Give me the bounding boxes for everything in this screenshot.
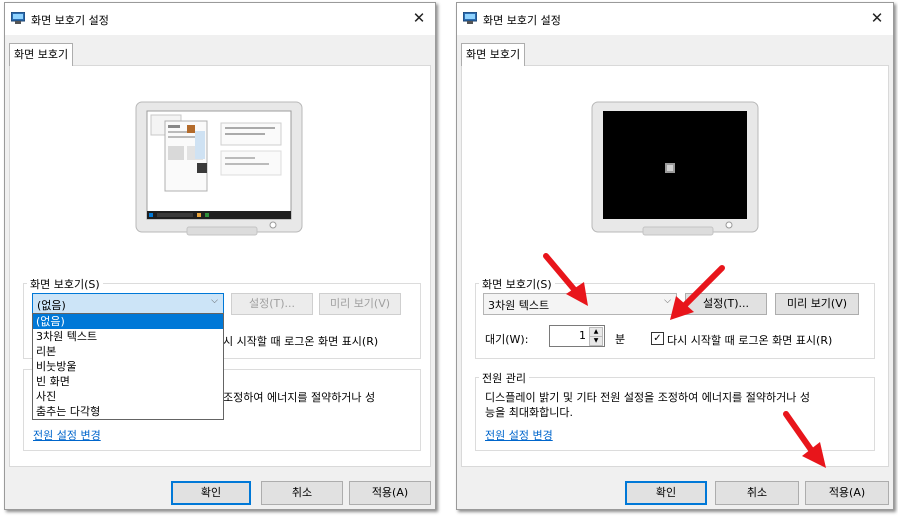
power-settings-link[interactable]: 전원 설정 변경 bbox=[485, 427, 553, 443]
dropdown-option[interactable]: 3차원 텍스트 bbox=[33, 329, 223, 344]
title-bar: 화면 보호기 설정 ✕ bbox=[5, 3, 435, 35]
cancel-button[interactable]: 취소 bbox=[261, 481, 343, 505]
settings-button[interactable]: 설정(T)... bbox=[231, 293, 313, 315]
preview-button[interactable]: 미리 보기(V) bbox=[319, 293, 401, 315]
close-icon[interactable]: ✕ bbox=[407, 7, 431, 29]
wait-unit: 분 bbox=[615, 333, 626, 346]
dropdown-option[interactable]: 사진 bbox=[33, 389, 223, 404]
power-group-label: 전원 관리 bbox=[479, 370, 529, 386]
dropdown-option[interactable]: (없음) bbox=[33, 314, 223, 329]
screensaver-dropdown-list: (없음) 3차원 텍스트 리본 비눗방울 빈 화면 사진 춤추는 다각형 bbox=[32, 313, 224, 420]
dropdown-option[interactable]: 빈 화면 bbox=[33, 374, 223, 389]
chevron-down-icon: ⌵ bbox=[211, 296, 218, 306]
preview-button[interactable]: 미리 보기(V) bbox=[775, 293, 859, 315]
window-title: 화면 보호기 설정 bbox=[31, 14, 109, 27]
spin-down-icon[interactable]: ▼ bbox=[589, 336, 603, 346]
screensaver-app-icon bbox=[463, 12, 477, 24]
monitor-preview bbox=[135, 101, 303, 236]
wait-stepper[interactable]: 1 ▲ ▼ bbox=[549, 325, 605, 347]
screensaver-group-label: 화면 보호기(S) bbox=[27, 276, 103, 292]
title-bar: 화면 보호기 설정 ✕ bbox=[457, 3, 893, 35]
power-description-line1: 디스플레이 밝기 및 기타 전원 설정을 조정하여 에너지를 절약하거나 성 bbox=[485, 391, 810, 404]
arrow-pointing-to-checkbox bbox=[670, 265, 725, 320]
resume-label[interactable]: 다시 시작할 때 로그온 화면 표시(R) bbox=[667, 332, 832, 348]
tab-screensaver[interactable]: 화면 보호기 bbox=[9, 43, 74, 66]
resume-label-partial: 시 시작할 때 로그온 화면 표시(R) bbox=[223, 335, 379, 348]
ok-button[interactable]: 확인 bbox=[625, 481, 707, 505]
wait-value[interactable]: 1 bbox=[579, 329, 586, 342]
power-description-line2: 능을 최대화합니다. bbox=[485, 406, 573, 419]
dropdown-option[interactable]: 비눗방울 bbox=[33, 359, 223, 374]
cancel-button[interactable]: 취소 bbox=[715, 481, 799, 505]
wait-label: 대기(W): bbox=[485, 333, 529, 346]
resume-checkbox[interactable]: ✓ bbox=[651, 332, 664, 345]
preview-3d-text-shape bbox=[665, 163, 675, 173]
ok-button[interactable]: 확인 bbox=[171, 481, 251, 505]
screensaver-app-icon bbox=[11, 12, 25, 24]
power-settings-link[interactable]: 전원 설정 변경 bbox=[33, 427, 101, 443]
tab-screensaver[interactable]: 화면 보호기 bbox=[461, 43, 526, 66]
dropdown-option[interactable]: 춤추는 다각형 bbox=[33, 404, 223, 419]
apply-button[interactable]: 적용(A) bbox=[349, 481, 431, 505]
power-description-partial: 조정하여 에너지를 절약하거나 성 bbox=[223, 391, 376, 404]
window-title: 화면 보호기 설정 bbox=[483, 14, 561, 27]
close-icon[interactable]: ✕ bbox=[865, 7, 889, 29]
left-dialog: 화면 보호기 설정 ✕ 화면 보호기 화면 보호기(S) (없음) ⌵ 설정(T… bbox=[4, 2, 436, 510]
dropdown-option[interactable]: 리본 bbox=[33, 344, 223, 359]
arrow-pointing-to-combo bbox=[543, 253, 588, 306]
arrow-pointing-to-apply bbox=[783, 411, 826, 468]
apply-button[interactable]: 적용(A) bbox=[805, 481, 889, 505]
combo-value: (없음) bbox=[37, 299, 66, 312]
monitor-preview bbox=[591, 101, 759, 236]
screensaver-combo[interactable]: (없음) ⌵ bbox=[32, 293, 224, 315]
